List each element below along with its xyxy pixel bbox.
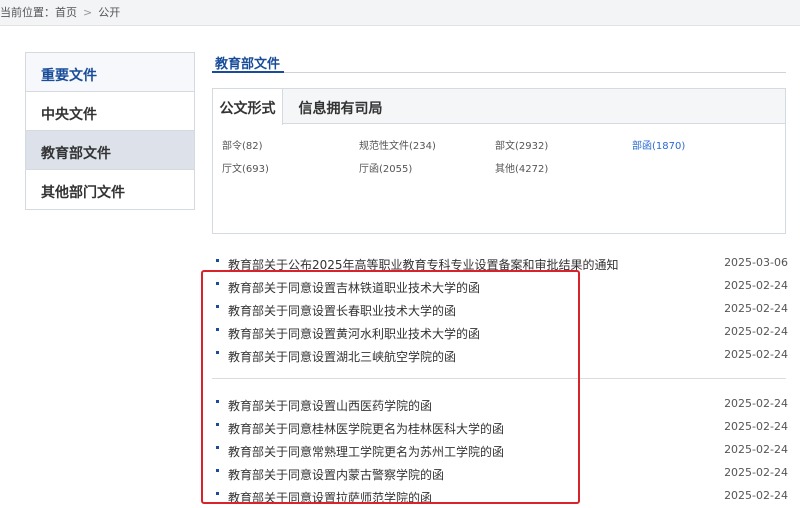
tab-bar: 公文形式 信息拥有司局 — [213, 89, 785, 125]
category-link[interactable]: 厅文(693) — [222, 160, 269, 175]
tab-owning-department[interactable]: 信息拥有司局 — [283, 89, 398, 124]
bullet-icon — [216, 446, 219, 449]
breadcrumb-separator: > — [83, 6, 93, 19]
breadcrumb-home-link[interactable]: 首页 — [55, 6, 77, 19]
section-divider — [212, 71, 786, 73]
document-date: 2025-02-24 — [724, 489, 788, 502]
document-title-link[interactable]: 教育部关于同意常熟理工学院更名为苏州工学院的函 — [228, 443, 504, 460]
category-tab-panel: 公文形式 信息拥有司局 部令(82) 规范性文件(234) 部文(2932) 部… — [212, 88, 786, 234]
document-title-link[interactable]: 教育部关于同意设置山西医药学院的函 — [228, 397, 432, 414]
list-item: 教育部关于同意设置内蒙古警察学院的函 2025-02-24 — [212, 463, 788, 483]
bullet-icon — [216, 423, 219, 426]
category-link[interactable]: 厅函(2055) — [359, 160, 412, 175]
list-item: 教育部关于同意常熟理工学院更名为苏州工学院的函 2025-02-24 — [212, 440, 788, 460]
list-item: 教育部关于同意设置湖北三峡航空学院的函 2025-02-24 — [212, 345, 788, 365]
bullet-icon — [216, 351, 219, 354]
document-title-link[interactable]: 教育部关于同意设置长春职业技术大学的函 — [228, 302, 456, 319]
list-item: 教育部关于同意桂林医学院更名为桂林医科大学的函 2025-02-24 — [212, 417, 788, 437]
category-link-selected[interactable]: 部函(1870) — [632, 137, 685, 152]
sidebar-item-other-dept-docs[interactable]: 其他部门文件 — [26, 170, 194, 209]
tab-document-form[interactable]: 公文形式 — [213, 89, 283, 125]
list-item: 教育部关于同意设置山西医药学院的函 2025-02-24 — [212, 394, 788, 414]
document-date: 2025-02-24 — [724, 420, 788, 433]
bullet-icon — [216, 259, 219, 262]
document-title-link[interactable]: 教育部关于同意设置内蒙古警察学院的函 — [228, 466, 444, 483]
bullet-icon — [216, 305, 219, 308]
category-link[interactable]: 部文(2932) — [495, 137, 548, 152]
document-date: 2025-02-24 — [724, 325, 788, 338]
document-title-link[interactable]: 教育部关于公布2025年高等职业教育专科专业设置备案和审批结果的通知 — [228, 256, 619, 273]
breadcrumb-prefix: 当前位置： — [0, 6, 55, 19]
bullet-icon — [216, 282, 219, 285]
category-link[interactable]: 规范性文件(234) — [359, 137, 436, 152]
sidebar-item-important-docs[interactable]: 重要文件 — [26, 53, 194, 92]
document-title-link[interactable]: 教育部关于同意设置吉林铁道职业技术大学的函 — [228, 279, 480, 296]
category-link[interactable]: 其他(4272) — [495, 160, 548, 175]
sidebar: 重要文件 中央文件 教育部文件 其他部门文件 — [25, 52, 195, 210]
list-item: 教育部关于公布2025年高等职业教育专科专业设置备案和审批结果的通知 2025-0… — [212, 253, 788, 273]
document-date: 2025-02-24 — [724, 302, 788, 315]
list-item: 教育部关于同意设置吉林铁道职业技术大学的函 2025-02-24 — [212, 276, 788, 296]
category-link[interactable]: 部令(82) — [222, 137, 263, 152]
list-item: 教育部关于同意设置长春职业技术大学的函 2025-02-24 — [212, 299, 788, 319]
document-date: 2025-02-24 — [724, 397, 788, 410]
document-date: 2025-02-24 — [724, 348, 788, 361]
document-date: 2025-03-06 — [724, 256, 788, 269]
section-divider-accent — [212, 71, 284, 73]
breadcrumb-current: 公开 — [98, 6, 121, 19]
document-title-link[interactable]: 教育部关于同意设置湖北三峡航空学院的函 — [228, 348, 456, 365]
document-date: 2025-02-24 — [724, 443, 788, 456]
breadcrumb: 当前位置：首页 > 公开 — [0, 0, 800, 26]
bullet-icon — [216, 492, 219, 495]
bullet-icon — [216, 328, 219, 331]
document-title-link[interactable]: 教育部关于同意桂林医学院更名为桂林医科大学的函 — [228, 420, 504, 437]
list-item: 教育部关于同意设置拉萨师范学院的函 2025-02-24 — [212, 486, 788, 506]
list-item: 教育部关于同意设置黄河水利职业技术大学的函 2025-02-24 — [212, 322, 788, 342]
list-divider — [212, 378, 786, 379]
document-title-link[interactable]: 教育部关于同意设置拉萨师范学院的函 — [228, 489, 432, 506]
sidebar-item-moe-docs[interactable]: 教育部文件 — [26, 131, 194, 170]
document-date: 2025-02-24 — [724, 466, 788, 479]
document-date: 2025-02-24 — [724, 279, 788, 292]
bullet-icon — [216, 469, 219, 472]
section-title: 教育部文件 — [215, 57, 281, 72]
sidebar-item-central-docs[interactable]: 中央文件 — [26, 92, 194, 131]
document-title-link[interactable]: 教育部关于同意设置黄河水利职业技术大学的函 — [228, 325, 480, 342]
bullet-icon — [216, 400, 219, 403]
